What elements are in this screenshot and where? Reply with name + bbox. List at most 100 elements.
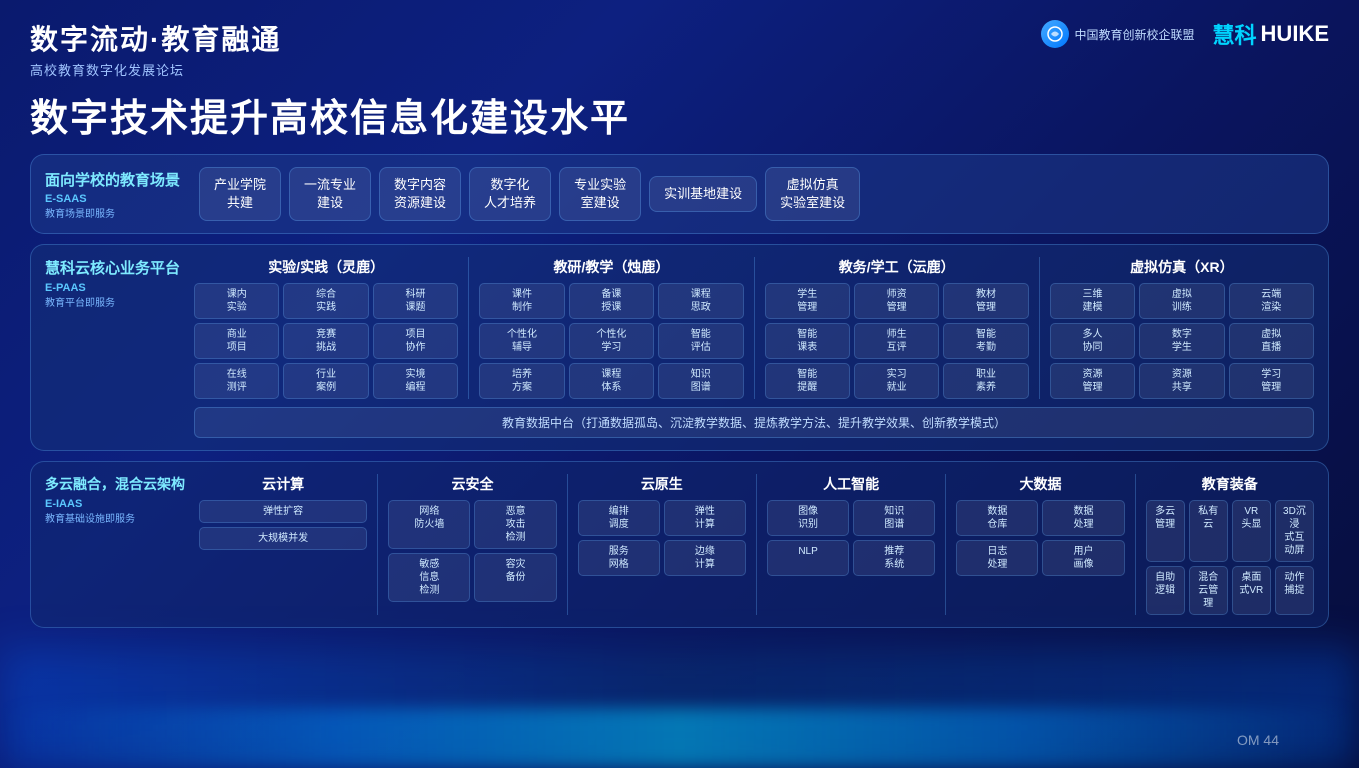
- paas-cell-3-1: 虚拟 训练: [1139, 283, 1224, 319]
- paas-cell-0-8: 实境 编程: [373, 363, 458, 399]
- iaas-cell-1-1: 恶意 攻击 检测: [474, 500, 556, 549]
- saas-section: 面向学校的教育场景 E-SAAS 教育场景即服务 产业学院 共建一流专业 建设数…: [30, 154, 1329, 234]
- page-wrapper: 数字流动·教育融通 高校教育数字化发展论坛 中国教育创新校企联盟 慧科 HUIK…: [0, 0, 1359, 768]
- saas-item-6: 虚拟仿真 实验室建设: [765, 167, 860, 221]
- iaas-module-4: 大数据数据 仓库数据 处理日志 处理用户 画像: [956, 474, 1124, 576]
- saas-label-en: E-SAAS: [45, 193, 185, 205]
- paas-module-title-0: 实验/实践（灵鹿）: [194, 257, 458, 277]
- paas-cell-3-4: 数字 学生: [1139, 323, 1224, 359]
- paas-cell-3-6: 资源 管理: [1050, 363, 1135, 399]
- iaas-content: 云计算弹性扩容大规模并发云安全网络 防火墙恶意 攻击 检测敏感 信息 检测容灾 …: [199, 474, 1314, 615]
- iaas-cell-0-0: 弹性扩容: [199, 500, 367, 523]
- paas-module-1: 教研/教学（烛鹿）课件 制作备课 授课课程 思政个性化 辅导个性化 学习智能 评…: [479, 257, 743, 399]
- paas-footer: 教育数据中台（打通数据孤岛、沉淀教学数据、提炼教学方法、提升教学效果、创新教学模…: [194, 407, 1314, 438]
- paas-modules: 实验/实践（灵鹿）课内 实验综合 实践科研 课题商业 项目竞赛 挑战项目 协作在…: [194, 257, 1314, 399]
- header-right: 中国教育创新校企联盟 慧科 HUIKE: [1041, 18, 1329, 50]
- content-area: 面向学校的教育场景 E-SAAS 教育场景即服务 产业学院 共建一流专业 建设数…: [30, 154, 1329, 754]
- iaas-label-en: E-IAAS: [45, 498, 185, 510]
- paas-cell-1-5: 智能 评估: [658, 323, 743, 359]
- saas-label: 面向学校的教育场景 E-SAAS 教育场景即服务: [45, 169, 185, 220]
- logo1-icon: [1041, 20, 1069, 48]
- iaas-module-title-0: 云计算: [199, 474, 367, 494]
- paas-divider-1: [754, 257, 755, 399]
- paas-module-2: 教务/学工（沄鹿）学生 管理师资 管理教材 管理智能 课表师生 互评智能 考勤智…: [765, 257, 1029, 399]
- iaas-grid-2: 编排 调度弹性 计算服务 网格边缘 计算: [578, 500, 746, 576]
- paas-cell-2-5: 智能 考勤: [943, 323, 1028, 359]
- paas-cell-0-4: 竞赛 挑战: [283, 323, 368, 359]
- paas-module-0: 实验/实践（灵鹿）课内 实验综合 实践科研 课题商业 项目竞赛 挑战项目 协作在…: [194, 257, 458, 399]
- iaas-cell-2-0: 编排 调度: [578, 500, 660, 536]
- iaas-grid-5: 多云 管理私有 云VR 头显3D沉浸 式互动屏自助 逻辑混合 云管理桌面 式VR…: [1146, 500, 1314, 615]
- iaas-cell-2-3: 边缘 计算: [664, 540, 746, 576]
- paas-cell-3-0: 三维 建模: [1050, 283, 1135, 319]
- iaas-divider-4: [1135, 474, 1136, 615]
- logo2: 慧科 HUIKE: [1213, 18, 1329, 50]
- header: 数字流动·教育融通 高校教育数字化发展论坛 中国教育创新校企联盟 慧科 HUIK…: [30, 18, 1329, 79]
- saas-item-0: 产业学院 共建: [199, 167, 281, 221]
- paas-cell-1-7: 课程 体系: [569, 363, 654, 399]
- saas-item-2: 数字内容 资源建设: [379, 167, 461, 221]
- iaas-cell-5-6: 桌面 式VR: [1232, 566, 1271, 615]
- iaas-cell-5-0: 多云 管理: [1146, 500, 1185, 562]
- iaas-cell-4-0: 数据 仓库: [956, 500, 1038, 536]
- paas-label-en: E-PAAS: [45, 282, 180, 294]
- om-badge: OM 44: [1237, 732, 1279, 748]
- paas-cell-3-7: 资源 共享: [1139, 363, 1224, 399]
- paas-cell-0-7: 行业 案例: [283, 363, 368, 399]
- paas-cell-3-3: 多人 协同: [1050, 323, 1135, 359]
- iaas-cell-4-3: 用户 画像: [1042, 540, 1124, 576]
- header-left: 数字流动·教育融通 高校教育数字化发展论坛: [30, 18, 281, 79]
- iaas-grid-4: 数据 仓库数据 处理日志 处理用户 画像: [956, 500, 1124, 576]
- paas-section: 慧科云核心业务平台 E-PAAS 教育平台即服务 实验/实践（灵鹿）课内 实验综…: [30, 244, 1329, 451]
- paas-cell-2-1: 师资 管理: [854, 283, 939, 319]
- paas-cell-1-2: 课程 思政: [658, 283, 743, 319]
- iaas-module-2: 云原生编排 调度弹性 计算服务 网格边缘 计算: [578, 474, 746, 576]
- paas-module-title-3: 虚拟仿真（XR）: [1050, 257, 1314, 277]
- iaas-cell-1-0: 网络 防火墙: [388, 500, 470, 549]
- saas-item-5: 实训基地建设: [649, 176, 757, 212]
- paas-divider-2: [1039, 257, 1040, 399]
- logo2-huike: HUIKE: [1261, 21, 1329, 47]
- saas-items: 产业学院 共建一流专业 建设数字内容 资源建设数字化 人才培养专业实验 室建设实…: [199, 167, 860, 221]
- paas-module-grid-2: 学生 管理师资 管理教材 管理智能 课表师生 互评智能 考勤智能 提醒实习 就业…: [765, 283, 1029, 399]
- saas-label-desc: 教育场景即服务: [45, 205, 185, 220]
- iaas-label-main: 多云融合，混合云架构: [45, 474, 185, 494]
- paas-cell-3-8: 学习 管理: [1229, 363, 1314, 399]
- paas-cell-0-0: 课内 实验: [194, 283, 279, 319]
- iaas-module-title-5: 教育装备: [1146, 474, 1314, 494]
- paas-cell-1-4: 个性化 学习: [569, 323, 654, 359]
- paas-cell-0-6: 在线 测评: [194, 363, 279, 399]
- paas-cell-2-3: 智能 课表: [765, 323, 850, 359]
- paas-cell-1-8: 知识 图谱: [658, 363, 743, 399]
- paas-cell-0-2: 科研 课题: [373, 283, 458, 319]
- paas-label-desc: 教育平台即服务: [45, 294, 180, 309]
- iaas-cell-3-2: NLP: [767, 540, 849, 576]
- iaas-grid-1: 网络 防火墙恶意 攻击 检测敏感 信息 检测容灾 备份: [388, 500, 556, 602]
- logo2-hui: 慧科: [1213, 18, 1257, 50]
- paas-cell-2-7: 实习 就业: [854, 363, 939, 399]
- iaas-grid-0: 弹性扩容大规模并发: [199, 500, 367, 550]
- paas-label-main: 慧科云核心业务平台: [45, 257, 180, 278]
- iaas-module-5: 教育装备多云 管理私有 云VR 头显3D沉浸 式互动屏自助 逻辑混合 云管理桌面…: [1146, 474, 1314, 615]
- paas-cell-1-0: 课件 制作: [479, 283, 564, 319]
- iaas-cell-5-4: 自助 逻辑: [1146, 566, 1185, 615]
- iaas-cell-5-7: 动作 捕捉: [1275, 566, 1314, 615]
- iaas-cell-3-0: 图像 识别: [767, 500, 849, 536]
- paas-module-title-2: 教务/学工（沄鹿）: [765, 257, 1029, 277]
- paas-cell-2-2: 教材 管理: [943, 283, 1028, 319]
- brand-title: 数字流动·教育融通: [30, 18, 281, 58]
- iaas-cell-1-3: 容灾 备份: [474, 553, 556, 602]
- paas-module-grid-0: 课内 实验综合 实践科研 课题商业 项目竞赛 挑战项目 协作在线 测评行业 案例…: [194, 283, 458, 399]
- paas-divider-0: [468, 257, 469, 399]
- paas-label: 慧科云核心业务平台 E-PAAS 教育平台即服务: [45, 257, 180, 309]
- paas-content: 实验/实践（灵鹿）课内 实验综合 实践科研 课题商业 项目竞赛 挑战项目 协作在…: [194, 257, 1314, 438]
- iaas-module-title-3: 人工智能: [767, 474, 935, 494]
- paas-cell-2-6: 智能 提醒: [765, 363, 850, 399]
- paas-cell-0-3: 商业 项目: [194, 323, 279, 359]
- iaas-module-1: 云安全网络 防火墙恶意 攻击 检测敏感 信息 检测容灾 备份: [388, 474, 556, 602]
- iaas-module-3: 人工智能图像 识别知识 图谱NLP推荐 系统: [767, 474, 935, 576]
- iaas-cell-4-2: 日志 处理: [956, 540, 1038, 576]
- iaas-divider-1: [567, 474, 568, 615]
- iaas-cell-0-1: 大规模并发: [199, 527, 367, 550]
- iaas-cell-4-1: 数据 处理: [1042, 500, 1124, 536]
